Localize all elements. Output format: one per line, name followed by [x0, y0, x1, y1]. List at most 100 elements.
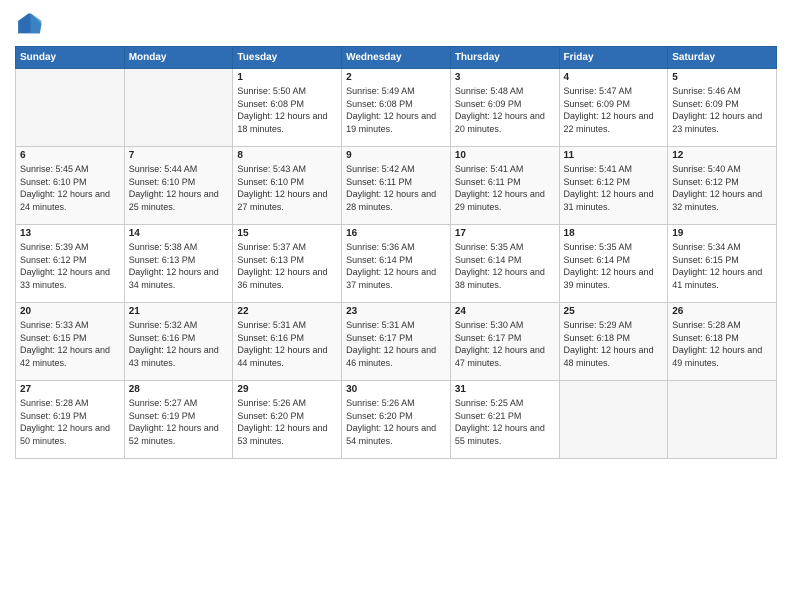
daylight-text: Daylight: 12 hours and 54 minutes.: [346, 422, 446, 447]
daylight-text: Daylight: 12 hours and 46 minutes.: [346, 344, 446, 369]
sunrise-text: Sunrise: 5:31 AM: [346, 319, 446, 332]
day-number: 9: [346, 150, 446, 161]
calendar-cell: 17Sunrise: 5:35 AMSunset: 6:14 PMDayligh…: [450, 225, 559, 303]
sunset-text: Sunset: 6:14 PM: [346, 254, 446, 267]
calendar-cell: 27 Sunrise: 5:28 AMSunset: 6:19 PMDayligh…: [16, 381, 125, 459]
day-info: Sunrise: 5:25 AMSunset: 6:21 PMDaylight:…: [455, 397, 555, 447]
sunset-text: Sunset: 6:16 PM: [237, 332, 337, 345]
sunrise-text: Sunrise: 5:44 AM: [129, 163, 229, 176]
sunrise-text: Sunrise: 5:26 AM: [237, 397, 337, 410]
day-info: Sunrise: 5:34 AMSunset: 6:15 PMDaylight:…: [672, 241, 772, 291]
daylight-text: Daylight: 12 hours and 33 minutes.: [20, 266, 120, 291]
calendar-cell: 28Sunrise: 5:27 AMSunset: 6:19 PMDayligh…: [124, 381, 233, 459]
calendar-cell: 8 Sunrise: 5:43 AMSunset: 6:10 PMDaylight…: [233, 147, 342, 225]
sunset-text: Sunset: 6:09 PM: [455, 98, 555, 111]
sunset-text: Sunset: 6:08 PM: [346, 98, 446, 111]
day-number: 24: [455, 306, 555, 317]
day-info: Sunrise: 5:26 AMSunset: 6:20 PMDaylight:…: [237, 397, 337, 447]
calendar-cell: [16, 69, 125, 147]
day-number: 10: [455, 150, 555, 161]
sunrise-text: Sunrise: 5:37 AM: [237, 241, 337, 254]
daylight-text: Daylight: 12 hours and 22 minutes.: [564, 110, 664, 135]
sunset-text: Sunset: 6:12 PM: [672, 176, 772, 189]
day-info: Sunrise: 5:36 AMSunset: 6:14 PMDaylight:…: [346, 241, 446, 291]
sunset-text: Sunset: 6:14 PM: [455, 254, 555, 267]
day-number: 1: [237, 72, 337, 83]
day-header-monday: Monday: [124, 47, 233, 69]
day-number: 22: [237, 306, 337, 317]
day-number: 23: [346, 306, 446, 317]
sunrise-text: Sunrise: 5:49 AM: [346, 85, 446, 98]
day-info: Sunrise: 5:44 AMSunset: 6:10 PMDaylight:…: [129, 163, 229, 213]
sunrise-text: Sunrise: 5:28 AM: [20, 397, 120, 410]
calendar-cell: 21Sunrise: 5:32 AMSunset: 6:16 PMDayligh…: [124, 303, 233, 381]
day-number: 25: [564, 306, 664, 317]
sunset-text: Sunset: 6:10 PM: [20, 176, 120, 189]
calendar-cell: 11Sunrise: 5:41 AMSunset: 6:12 PMDayligh…: [559, 147, 668, 225]
calendar-cell: 29Sunrise: 5:26 AMSunset: 6:20 PMDayligh…: [233, 381, 342, 459]
day-number: 30: [346, 384, 446, 395]
sunrise-text: Sunrise: 5:31 AM: [237, 319, 337, 332]
day-number: 8: [237, 150, 337, 161]
calendar-cell: 30 Sunrise: 5:26 AMSunset: 6:20 PMDayligh…: [342, 381, 451, 459]
calendar-header-row: SundayMondayTuesdayWednesdayThursdayFrid…: [16, 47, 777, 69]
day-header-saturday: Saturday: [668, 47, 777, 69]
calendar-cell: 24Sunrise: 5:30 AMSunset: 6:17 PMDayligh…: [450, 303, 559, 381]
sunrise-text: Sunrise: 5:35 AM: [564, 241, 664, 254]
day-info: Sunrise: 5:28 AMSunset: 6:18 PMDaylight:…: [672, 319, 772, 369]
sunset-text: Sunset: 6:20 PM: [237, 410, 337, 423]
day-header-tuesday: Tuesday: [233, 47, 342, 69]
sunrise-text: Sunrise: 5:41 AM: [455, 163, 555, 176]
daylight-text: Daylight: 12 hours and 27 minutes.: [237, 188, 337, 213]
calendar-cell: 9Sunrise: 5:42 AMSunset: 6:11 PMDaylight…: [342, 147, 451, 225]
day-header-friday: Friday: [559, 47, 668, 69]
day-header-thursday: Thursday: [450, 47, 559, 69]
header: [15, 10, 777, 38]
day-number: 5: [672, 72, 772, 83]
day-number: 4: [564, 72, 664, 83]
sunset-text: Sunset: 6:08 PM: [237, 98, 337, 111]
sunset-text: Sunset: 6:13 PM: [129, 254, 229, 267]
day-info: Sunrise: 5:40 AMSunset: 6:12 PMDaylight:…: [672, 163, 772, 213]
sunset-text: Sunset: 6:10 PM: [237, 176, 337, 189]
sunrise-text: Sunrise: 5:25 AM: [455, 397, 555, 410]
day-info: Sunrise: 5:49 AMSunset: 6:08 PMDaylight:…: [346, 85, 446, 135]
sunset-text: Sunset: 6:12 PM: [564, 176, 664, 189]
daylight-text: Daylight: 12 hours and 29 minutes.: [455, 188, 555, 213]
sunrise-text: Sunrise: 5:33 AM: [20, 319, 120, 332]
calendar-cell: 7 Sunrise: 5:44 AMSunset: 6:10 PMDaylight…: [124, 147, 233, 225]
sunrise-text: Sunrise: 5:26 AM: [346, 397, 446, 410]
day-number: 11: [564, 150, 664, 161]
sunset-text: Sunset: 6:15 PM: [672, 254, 772, 267]
day-number: 27: [20, 384, 120, 395]
calendar-cell: 10Sunrise: 5:41 AMSunset: 6:11 PMDayligh…: [450, 147, 559, 225]
day-info: Sunrise: 5:31 AMSunset: 6:17 PMDaylight:…: [346, 319, 446, 369]
day-info: Sunrise: 5:29 AMSunset: 6:18 PMDaylight:…: [564, 319, 664, 369]
day-number: 7: [129, 150, 229, 161]
day-info: Sunrise: 5:28 AMSunset: 6:19 PMDaylight:…: [20, 397, 120, 447]
day-info: Sunrise: 5:26 AMSunset: 6:20 PMDaylight:…: [346, 397, 446, 447]
calendar-cell: 4Sunrise: 5:47 AMSunset: 6:09 PMDaylight…: [559, 69, 668, 147]
sunset-text: Sunset: 6:16 PM: [129, 332, 229, 345]
daylight-text: Daylight: 12 hours and 38 minutes.: [455, 266, 555, 291]
day-number: 20: [20, 306, 120, 317]
day-number: 3: [455, 72, 555, 83]
day-number: 28: [129, 384, 229, 395]
day-number: 13: [20, 228, 120, 239]
sunset-text: Sunset: 6:21 PM: [455, 410, 555, 423]
day-header-wednesday: Wednesday: [342, 47, 451, 69]
daylight-text: Daylight: 12 hours and 52 minutes.: [129, 422, 229, 447]
calendar-week-1: 1 Sunrise: 5:50 AMSunset: 6:08 PMDaylight…: [16, 69, 777, 147]
daylight-text: Daylight: 12 hours and 37 minutes.: [346, 266, 446, 291]
calendar-cell: 2Sunrise: 5:49 AMSunset: 6:08 PMDaylight…: [342, 69, 451, 147]
sunrise-text: Sunrise: 5:43 AM: [237, 163, 337, 176]
sunset-text: Sunset: 6:19 PM: [129, 410, 229, 423]
daylight-text: Daylight: 12 hours and 53 minutes.: [237, 422, 337, 447]
sunrise-text: Sunrise: 5:36 AM: [346, 241, 446, 254]
day-info: Sunrise: 5:50 AMSunset: 6:08 PMDaylight:…: [237, 85, 337, 135]
day-number: 12: [672, 150, 772, 161]
calendar-cell: 18Sunrise: 5:35 AMSunset: 6:14 PMDayligh…: [559, 225, 668, 303]
daylight-text: Daylight: 12 hours and 49 minutes.: [672, 344, 772, 369]
daylight-text: Daylight: 12 hours and 39 minutes.: [564, 266, 664, 291]
day-number: 6: [20, 150, 120, 161]
